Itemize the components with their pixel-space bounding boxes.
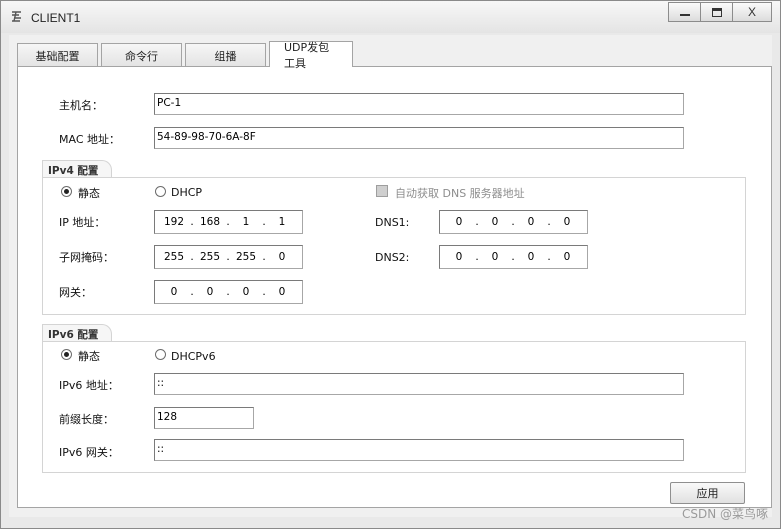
mac-label: MAC 地址： bbox=[59, 133, 120, 146]
mask-octet: 255 bbox=[163, 251, 185, 263]
ip-address-input[interactable]: 192. 168. 1. 1 bbox=[154, 210, 303, 234]
prefix-length-label: 前缀长度： bbox=[59, 413, 114, 426]
octet-separator: . bbox=[190, 251, 194, 263]
ipv6-address-label: IPv6 地址： bbox=[59, 379, 119, 392]
octet-separator: . bbox=[190, 216, 194, 228]
mac-address-field: 54-89-98-70-6A-8F bbox=[154, 127, 684, 149]
prefix-length-input[interactable]: 128 bbox=[154, 407, 254, 429]
ipv6-group-title: IPv6 配置 bbox=[42, 324, 112, 341]
octet-separator: . bbox=[226, 216, 230, 228]
octet-separator: . bbox=[547, 251, 551, 263]
octet-separator: . bbox=[262, 286, 266, 298]
subnet-mask-input[interactable]: 255. 255. 255. 0 bbox=[154, 245, 303, 269]
ip-octet: 1 bbox=[242, 216, 250, 228]
ipv6-gateway-input[interactable]: :: bbox=[154, 439, 684, 461]
tab-bar: 基础配置 命令行 组播 UDP发包工具 bbox=[17, 41, 356, 70]
gateway-octet: 0 bbox=[170, 286, 178, 298]
subnet-mask-label: 子网掩码： bbox=[59, 251, 114, 264]
config-panel: 主机名： PC-1 MAC 地址： 54-89-98-70-6A-8F IPv4… bbox=[17, 66, 772, 508]
octet-separator: . bbox=[262, 216, 266, 228]
ip-octet: 168 bbox=[199, 216, 221, 228]
minimize-button[interactable] bbox=[668, 2, 701, 22]
close-button[interactable]: X bbox=[732, 2, 772, 22]
client-window: CLIENT1 X 基础配置 命令行 组播 UDP发包工具 主机名： PC-1 … bbox=[0, 0, 781, 529]
minimize-icon bbox=[679, 14, 690, 16]
ipv6-static-radio[interactable] bbox=[61, 349, 72, 360]
tab-udp-tool[interactable]: UDP发包工具 bbox=[269, 41, 353, 70]
octet-separator: . bbox=[511, 216, 515, 228]
mask-octet: 255 bbox=[199, 251, 221, 263]
octet-separator: . bbox=[475, 251, 479, 263]
client-area: 基础配置 命令行 组播 UDP发包工具 主机名： PC-1 MAC 地址： 54… bbox=[9, 35, 772, 517]
dns1-input[interactable]: 0. 0. 0. 0 bbox=[439, 210, 588, 234]
gateway-octet: 0 bbox=[278, 286, 286, 298]
octet-separator: . bbox=[511, 251, 515, 263]
ipv4-group bbox=[42, 177, 746, 315]
ipv4-dhcp-radio[interactable] bbox=[155, 186, 166, 197]
ipv6-static-label: 静态 bbox=[78, 350, 100, 363]
dns2-octet: 0 bbox=[455, 251, 463, 263]
octet-separator: . bbox=[475, 216, 479, 228]
maximize-button[interactable] bbox=[700, 2, 733, 22]
mask-octet: 255 bbox=[235, 251, 257, 263]
tab-basic-config[interactable]: 基础配置 bbox=[17, 43, 98, 67]
ipv6-gateway-label: IPv6 网关： bbox=[59, 446, 119, 459]
ipv4-static-radio[interactable] bbox=[61, 186, 72, 197]
hostname-label: 主机名： bbox=[59, 99, 103, 112]
dns1-octet: 0 bbox=[455, 216, 463, 228]
hostname-input[interactable]: PC-1 bbox=[154, 93, 684, 115]
dns1-label: DNS1: bbox=[375, 216, 410, 229]
dns1-octet: 0 bbox=[491, 216, 499, 228]
dns2-input[interactable]: 0. 0. 0. 0 bbox=[439, 245, 588, 269]
dns2-label: DNS2: bbox=[375, 251, 410, 264]
ipv4-dhcp-label: DHCP bbox=[171, 186, 203, 199]
close-icon: X bbox=[747, 5, 756, 19]
window-controls: X bbox=[668, 2, 772, 22]
watermark: CSDN @菜鸟啄 bbox=[681, 507, 768, 521]
octet-separator: . bbox=[226, 251, 230, 263]
ip-octet: 192 bbox=[163, 216, 185, 228]
app-icon bbox=[12, 11, 21, 22]
ipv4-group-title: IPv4 配置 bbox=[42, 160, 112, 177]
title-bar[interactable]: CLIENT1 X bbox=[1, 1, 780, 33]
window-title: CLIENT1 bbox=[31, 11, 81, 25]
maximize-icon bbox=[711, 7, 722, 17]
auto-dns-checkbox[interactable] bbox=[376, 185, 388, 197]
ipv6-address-input[interactable]: :: bbox=[154, 373, 684, 395]
dns1-octet: 0 bbox=[563, 216, 571, 228]
dns2-octet: 0 bbox=[527, 251, 535, 263]
octet-separator: . bbox=[547, 216, 551, 228]
gateway-input[interactable]: 0. 0. 0. 0 bbox=[154, 280, 303, 304]
octet-separator: . bbox=[226, 286, 230, 298]
gateway-label: 网关： bbox=[59, 286, 92, 299]
tab-command-line[interactable]: 命令行 bbox=[101, 43, 182, 67]
apply-button[interactable]: 应用 bbox=[670, 482, 745, 504]
ipv6-dhcp-radio[interactable] bbox=[155, 349, 166, 360]
dns1-octet: 0 bbox=[527, 216, 535, 228]
ip-octet: 1 bbox=[278, 216, 286, 228]
ip-address-label: IP 地址： bbox=[59, 216, 106, 229]
dns2-octet: 0 bbox=[491, 251, 499, 263]
mask-octet: 0 bbox=[278, 251, 286, 263]
ipv4-static-label: 静态 bbox=[78, 187, 100, 200]
auto-dns-label: 自动获取 DNS 服务器地址 bbox=[395, 187, 525, 200]
gateway-octet: 0 bbox=[206, 286, 214, 298]
tab-multicast[interactable]: 组播 bbox=[185, 43, 266, 67]
gateway-octet: 0 bbox=[242, 286, 250, 298]
octet-separator: . bbox=[262, 251, 266, 263]
dns2-octet: 0 bbox=[563, 251, 571, 263]
ipv6-dhcp-label: DHCPv6 bbox=[171, 350, 216, 363]
octet-separator: . bbox=[190, 286, 194, 298]
